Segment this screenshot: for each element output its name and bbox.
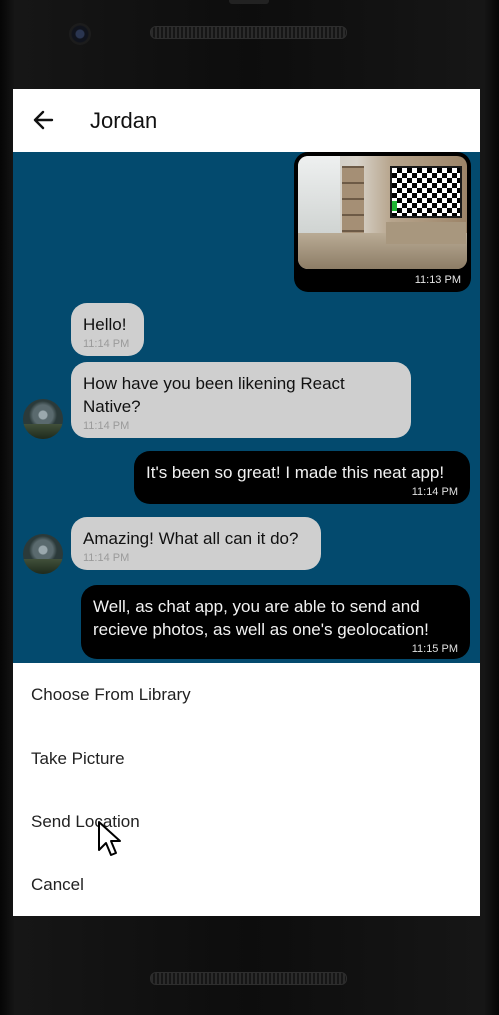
front-camera [69, 23, 91, 45]
photo-tv [390, 166, 462, 218]
message-time: 11:14 PM [83, 420, 130, 432]
photo-tv-led [392, 201, 397, 211]
photo-message[interactable]: 11:13 PM [294, 152, 471, 292]
avatar[interactable] [23, 399, 63, 439]
choose-from-library-option[interactable]: Choose From Library [31, 685, 191, 705]
send-location-option[interactable]: Send Location [31, 812, 140, 832]
message-text: It's been so great! I made this neat app… [146, 463, 445, 482]
sent-photo[interactable] [298, 156, 467, 269]
message-time: 11:14 PM [83, 552, 130, 564]
bottom-speaker [150, 972, 347, 985]
take-picture-option[interactable]: Take Picture [31, 749, 125, 769]
received-message[interactable]: How have you been likening React Native?… [71, 362, 411, 438]
message-list[interactable]: 11:13 PM Hello! 11:14 PM How have you be… [13, 152, 480, 663]
received-message[interactable]: Amazing! What all can it do? 11:14 PM [71, 517, 321, 570]
sent-message[interactable]: It's been so great! I made this neat app… [134, 451, 470, 504]
mouse-pointer-icon [97, 820, 123, 858]
message-text: Well, as chat app, you are able to send … [93, 597, 429, 639]
photo-cabinet [386, 222, 466, 244]
message-text: Hello! [83, 315, 127, 334]
avatar[interactable] [23, 534, 63, 574]
phone-frame: Jordan 11:13 PM Hello! 11:14 PM How have… [0, 0, 499, 1015]
app-screen: Jordan 11:13 PM Hello! 11:14 PM How have… [13, 89, 480, 916]
message-time: 11:14 PM [411, 486, 458, 498]
chat-header: Jordan [13, 89, 480, 152]
message-time: 11:13 PM [414, 274, 461, 286]
photo-window [298, 156, 340, 236]
received-message[interactable]: Hello! 11:14 PM [71, 303, 144, 356]
earpiece-speaker [150, 26, 347, 39]
message-time: 11:15 PM [411, 643, 458, 655]
attachment-action-sheet: Choose From Library Take Picture Send Lo… [13, 663, 480, 916]
message-time: 11:14 PM [83, 338, 130, 350]
message-text: How have you been likening React Native? [83, 374, 345, 416]
cancel-option[interactable]: Cancel [31, 875, 84, 895]
chat-title: Jordan [90, 108, 158, 133]
phone-notch [229, 0, 269, 4]
sent-message[interactable]: Well, as chat app, you are able to send … [81, 585, 470, 659]
message-text: Amazing! What all can it do? [83, 529, 299, 548]
back-arrow-icon[interactable] [30, 106, 58, 134]
